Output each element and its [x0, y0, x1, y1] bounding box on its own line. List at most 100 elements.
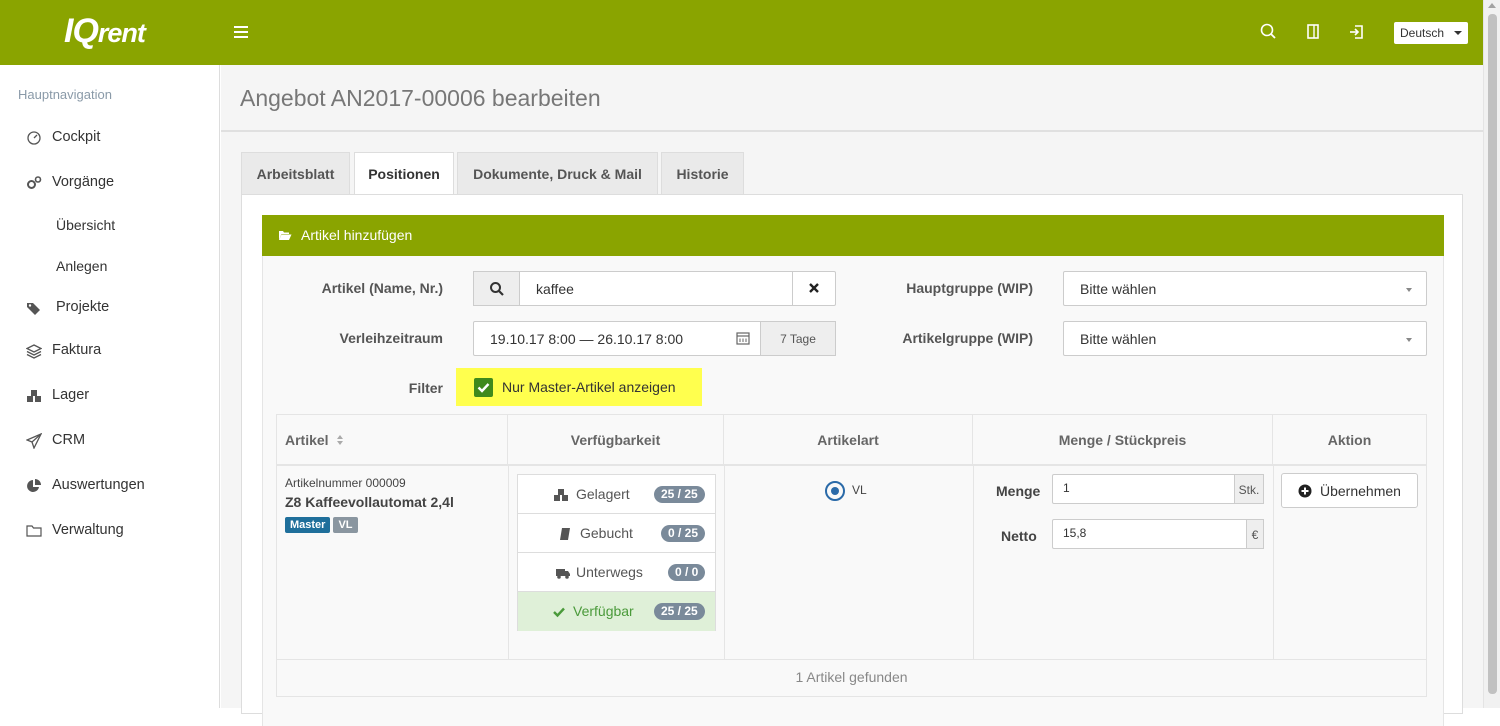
sidebar-item-label: Faktura [52, 342, 102, 358]
net-price-input[interactable]: 15,8 [1052, 519, 1247, 549]
tab-positionen[interactable]: Positionen [354, 152, 454, 196]
type-radio[interactable] [825, 481, 845, 501]
count-badge: 25 / 25 [654, 486, 705, 503]
period-label: Verleihzeitraum [339, 330, 444, 346]
sidebar-item-label: Projekte [56, 299, 110, 315]
pie-chart-icon [26, 478, 42, 494]
clear-button[interactable] [792, 271, 836, 306]
sidebar-item-anlegen[interactable]: Anlegen [0, 252, 219, 282]
sidebar-item-label: Cockpit [52, 129, 101, 145]
article-badges: Master VL [285, 515, 361, 533]
master-filter[interactable]: Nur Master-Artikel anzeigen [456, 368, 702, 406]
panel-title: Artikel hinzufügen [301, 227, 413, 243]
sidebar-item-label: Vorgänge [52, 174, 115, 190]
book-icon[interactable] [1302, 21, 1324, 43]
sidebar-item-cockpit[interactable]: Cockpit [0, 123, 219, 153]
filter-label: Filter [408, 380, 443, 396]
article-group-select[interactable]: Bitte wählen [1063, 321, 1427, 356]
tab-dokumente[interactable]: Dokumente, Druck & Mail [457, 152, 658, 195]
quantity-input[interactable]: 1 [1052, 474, 1235, 504]
sidebar-item-label: Anlegen [56, 258, 108, 274]
main-group-label: Hauptgruppe (WIP) [906, 280, 1033, 296]
article-number: Artikelnummer 000009 [285, 476, 406, 490]
close-icon [809, 283, 819, 293]
column-header-artikel[interactable]: Artikel [277, 415, 508, 465]
tags-icon [26, 300, 42, 316]
chevron-down-icon [1406, 338, 1412, 342]
column-header-artikelart: Artikelart [724, 415, 973, 465]
check-icon [552, 605, 566, 619]
main-group-select[interactable]: Bitte wählen [1063, 271, 1427, 306]
folder-icon [26, 523, 42, 539]
column-header-verfuegbarkeit: Verfügbarkeit [508, 415, 724, 465]
count-badge: 0 / 25 [661, 525, 706, 542]
sidebar-item-label: Auswertungen [52, 477, 145, 493]
master-filter-checkbox[interactable] [474, 378, 493, 397]
tab-arbeitsblatt[interactable]: Arbeitsblatt [241, 152, 350, 195]
net-label: Netto [1001, 528, 1037, 544]
sidebar-item-projekte[interactable]: Projekte [0, 293, 219, 323]
availability-verfuegbar: Verfügbar 25 / 25 [518, 592, 715, 631]
tab-historie[interactable]: Historie [661, 152, 744, 195]
article-group-value: Bitte wählen [1080, 331, 1157, 347]
period-input[interactable]: 19.10.17 8:00 — 26.10.17 8:00 [473, 321, 761, 356]
type-label: VL [852, 483, 867, 497]
uebernehmen-button[interactable]: Übernehmen [1281, 473, 1418, 508]
badge-master: Master [285, 517, 331, 533]
sort-icon[interactable] [336, 433, 344, 449]
language-select[interactable]: Deutsch [1394, 22, 1468, 44]
article-label: Artikel (Name, Nr.) [321, 280, 443, 296]
sidebar-item-faktura[interactable]: Faktura [0, 336, 219, 366]
period-value: 19.10.17 8:00 — 26.10.17 8:00 [490, 331, 684, 347]
plus-circle-icon [1298, 484, 1312, 501]
column-header-menge: Menge / Stückpreis [973, 415, 1273, 465]
count-badge: 0 / 0 [668, 564, 706, 581]
nav-title: Hauptnavigation [18, 87, 112, 102]
results-table: Artikel Verfügbarkeit Artikelart Menge /… [276, 414, 1427, 697]
search-addon[interactable] [473, 271, 520, 306]
dashboard-icon [26, 130, 42, 146]
sidebar-item-auswertungen[interactable]: Auswertungen [0, 471, 219, 501]
sidebar-item-label: Lager [52, 387, 90, 403]
add-article-header: Artikel hinzufügen [262, 215, 1444, 256]
cubes-icon [553, 488, 568, 502]
top-bar: IQrent Deutsch [0, 0, 1483, 65]
chevron-down-icon [1406, 288, 1412, 292]
sidebar-item-verwaltung[interactable]: Verwaltung [0, 516, 219, 546]
article-group-label: Artikelgruppe (WIP) [902, 330, 1033, 346]
availability-list: Gelagert 25 / 25 Gebucht 0 / 25 Unterweg… [517, 474, 716, 631]
column-header-aktion: Aktion [1327, 432, 1372, 448]
result-count: 1 Artikel gefunden [795, 669, 908, 685]
chevron-down-icon [1454, 31, 1462, 35]
logo[interactable]: IQrent [64, 12, 146, 51]
availability-gelagert: Gelagert 25 / 25 [518, 475, 715, 514]
menu-toggle-icon[interactable] [234, 26, 248, 38]
check-icon [477, 383, 490, 393]
master-filter-label: Nur Master-Artikel anzeigen [502, 379, 676, 395]
scrollbar[interactable] [1483, 0, 1500, 708]
count-badge: 25 / 25 [654, 603, 705, 620]
sidebar-item-crm[interactable]: CRM [0, 426, 219, 456]
sidebar-item-uebersicht[interactable]: Übersicht [0, 211, 219, 241]
cubes-icon [26, 388, 42, 404]
article-search-input[interactable]: kaffee [519, 271, 793, 306]
layers-icon [25, 343, 43, 359]
sidebar-item-label: Verwaltung [52, 522, 124, 538]
truck-icon [555, 566, 570, 580]
quantity-unit: Stk. [1234, 474, 1264, 504]
search-icon [489, 282, 504, 296]
badge-vl: VL [333, 517, 358, 533]
calendar-icon[interactable] [736, 331, 750, 348]
book-icon [559, 527, 573, 541]
main-group-value: Bitte wählen [1080, 281, 1157, 297]
search-icon[interactable] [1258, 21, 1280, 43]
page-header: Angebot AN2017-00006 bearbeiten [221, 65, 1483, 132]
folder-open-icon [278, 228, 292, 242]
sidebar-item-label: Übersicht [56, 217, 116, 233]
page-title: Angebot AN2017-00006 bearbeiten [240, 85, 601, 111]
sidebar-item-lager[interactable]: Lager [0, 381, 219, 411]
logout-icon[interactable] [1346, 21, 1368, 43]
quantity-label: Menge [996, 483, 1041, 499]
sidebar-item-vorgaenge[interactable]: Vorgänge [0, 168, 219, 198]
availability-unterwegs: Unterwegs 0 / 0 [518, 553, 715, 592]
